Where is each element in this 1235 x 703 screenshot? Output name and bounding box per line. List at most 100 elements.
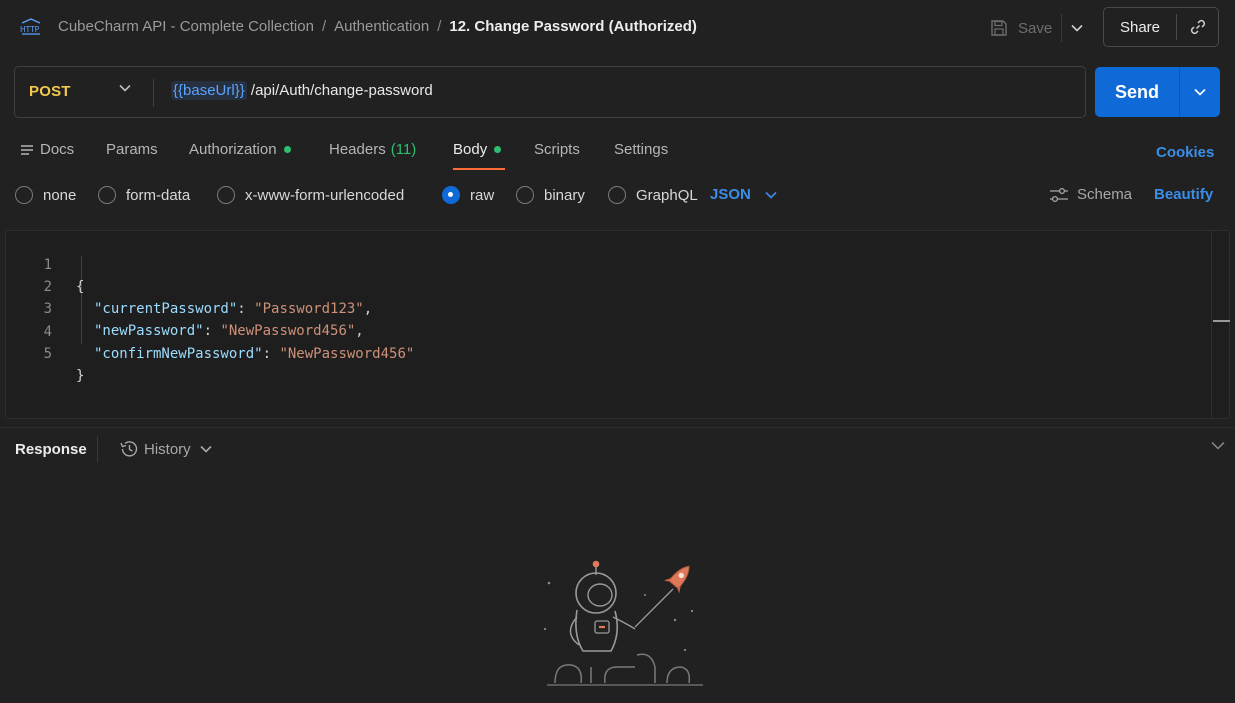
code-text: {	[76, 279, 85, 295]
headers-count: (11)	[390, 141, 417, 158]
radio-circle	[516, 186, 534, 204]
code-line: 1 {	[6, 232, 85, 295]
sliders-icon	[1050, 187, 1068, 202]
radio-label: none	[43, 186, 77, 204]
url-variable[interactable]: {{baseUrl}}	[171, 81, 247, 100]
tab-label: Settings	[614, 141, 669, 158]
share-button[interactable]: Share	[1104, 19, 1176, 36]
share-button-group: Share	[1103, 7, 1219, 47]
code-line: 3 "newPassword": "NewPassword456",	[6, 276, 364, 339]
divider	[0, 427, 1235, 428]
schema-label: Schema	[1077, 186, 1133, 203]
radio-label: GraphQL	[636, 186, 698, 204]
json-key: "newPassword"	[94, 323, 204, 339]
url-input[interactable]: {{baseUrl}} /api/Auth/change-password	[171, 81, 433, 100]
radio-label: raw	[470, 186, 495, 204]
breadcrumb: CubeCharm API - Complete Collection / Auth…	[58, 18, 697, 35]
radio-urlencoded[interactable]: x-www-form-urlencoded	[217, 186, 404, 204]
json-key: "confirmNewPassword"	[94, 346, 263, 362]
svg-text:HTTP: HTTP	[20, 25, 40, 34]
method-select[interactable]: POST	[29, 83, 71, 100]
tab-body[interactable]: Body	[453, 141, 502, 158]
body-editor[interactable]: 1 { 2 "currentPassword": "Password123", …	[5, 230, 1230, 419]
radio-label: binary	[544, 186, 585, 204]
request-tabs: Docs Params Authorization Headers (11) Bo…	[0, 128, 1235, 172]
tab-scripts[interactable]: Scripts	[534, 141, 580, 158]
chevron-down-icon[interactable]	[119, 84, 131, 92]
language-label: JSON	[710, 186, 751, 203]
chevron-down-icon	[765, 191, 777, 199]
divider	[153, 79, 154, 107]
tab-headers[interactable]: Headers (11)	[329, 141, 416, 158]
send-options-button[interactable]	[1180, 67, 1220, 117]
breadcrumb-separator: /	[437, 18, 442, 35]
tab-docs[interactable]: Docs	[20, 141, 74, 158]
http-icon: HTTP	[20, 18, 41, 35]
tab-label: Scripts	[534, 141, 580, 158]
save-button[interactable]: Save	[989, 16, 1052, 40]
radio-raw[interactable]: raw	[442, 186, 494, 204]
active-tab-indicator	[453, 168, 505, 170]
json-trail: ,	[355, 323, 364, 339]
code-line: 2 "currentPassword": "Password123",	[6, 254, 373, 317]
divider	[1061, 14, 1062, 42]
history-button[interactable]: History	[119, 440, 212, 458]
tab-label: Docs	[40, 141, 75, 158]
code-line: 5 }	[6, 321, 85, 384]
indent-guide	[81, 256, 82, 344]
code-text: "newPassword": "NewPassword456",	[94, 323, 364, 339]
cookies-link[interactable]: Cookies	[1156, 144, 1214, 161]
line-number: 5	[43, 346, 52, 362]
code-text: }	[76, 368, 85, 384]
breadcrumb-folder[interactable]: Authentication	[334, 18, 429, 35]
tab-settings[interactable]: Settings	[614, 141, 668, 158]
history-icon	[120, 441, 138, 457]
radio-binary[interactable]: binary	[516, 186, 585, 204]
tab-params[interactable]: Params	[106, 141, 158, 158]
scrollbar[interactable]	[1211, 231, 1212, 418]
url-bar: POST {{baseUrl}} /api/Auth/change-passwo…	[14, 66, 1086, 118]
radio-graphql[interactable]: GraphQL	[608, 186, 698, 204]
json-value: "NewPassword456"	[279, 346, 415, 362]
divider	[97, 436, 98, 462]
code-text: "currentPassword": "Password123",	[94, 301, 373, 317]
schema-button[interactable]: Schema	[1049, 186, 1132, 203]
radio-none[interactable]: none	[15, 186, 76, 204]
radio-form-data[interactable]: form-data	[98, 186, 190, 204]
tab-label: Headers	[329, 141, 386, 158]
status-dot	[283, 146, 291, 153]
history-label: History	[144, 440, 191, 458]
chevron-down-icon	[200, 445, 212, 453]
scrollbar-marker	[1213, 320, 1230, 322]
radio-label: x-www-form-urlencoded	[245, 186, 405, 204]
json-key: "currentPassword"	[94, 301, 238, 317]
json-trail: ,	[363, 301, 373, 317]
beautify-button[interactable]: Beautify	[1154, 186, 1213, 203]
send-button[interactable]: Send	[1095, 67, 1179, 117]
status-dot	[494, 146, 502, 153]
save-label: Save	[1018, 19, 1053, 37]
response-tab[interactable]: Response	[15, 441, 87, 458]
breadcrumb-collection[interactable]: CubeCharm API - Complete Collection	[58, 18, 314, 35]
radio-circle	[608, 186, 626, 204]
chevron-down-icon	[1194, 88, 1206, 96]
astronaut-rocket-illustration	[543, 560, 703, 686]
link-icon	[1190, 19, 1205, 35]
chevron-down-icon[interactable]	[1211, 441, 1225, 450]
json-value: "NewPassword456"	[220, 323, 356, 339]
radio-circle	[217, 186, 235, 204]
chevron-down-icon	[1071, 24, 1083, 32]
language-select[interactable]: JSON	[710, 186, 777, 203]
body-type-selector: none form-data x-www-form-urlencoded raw…	[0, 180, 1235, 210]
save-options-button[interactable]	[1066, 16, 1088, 40]
radio-circle	[15, 186, 33, 204]
json-value: "Password123"	[254, 301, 364, 317]
radio-circle-selected	[442, 186, 460, 204]
copy-link-button[interactable]	[1177, 17, 1218, 37]
request-title[interactable]: 12. Change Password (Authorized)	[449, 18, 697, 35]
tab-authorization[interactable]: Authorization	[189, 141, 291, 158]
code-line: 4 "confirmNewPassword": "NewPassword456"	[6, 299, 415, 362]
docs-icon	[21, 144, 33, 155]
tab-label: Body	[453, 141, 488, 158]
tab-label: Authorization	[189, 141, 277, 158]
